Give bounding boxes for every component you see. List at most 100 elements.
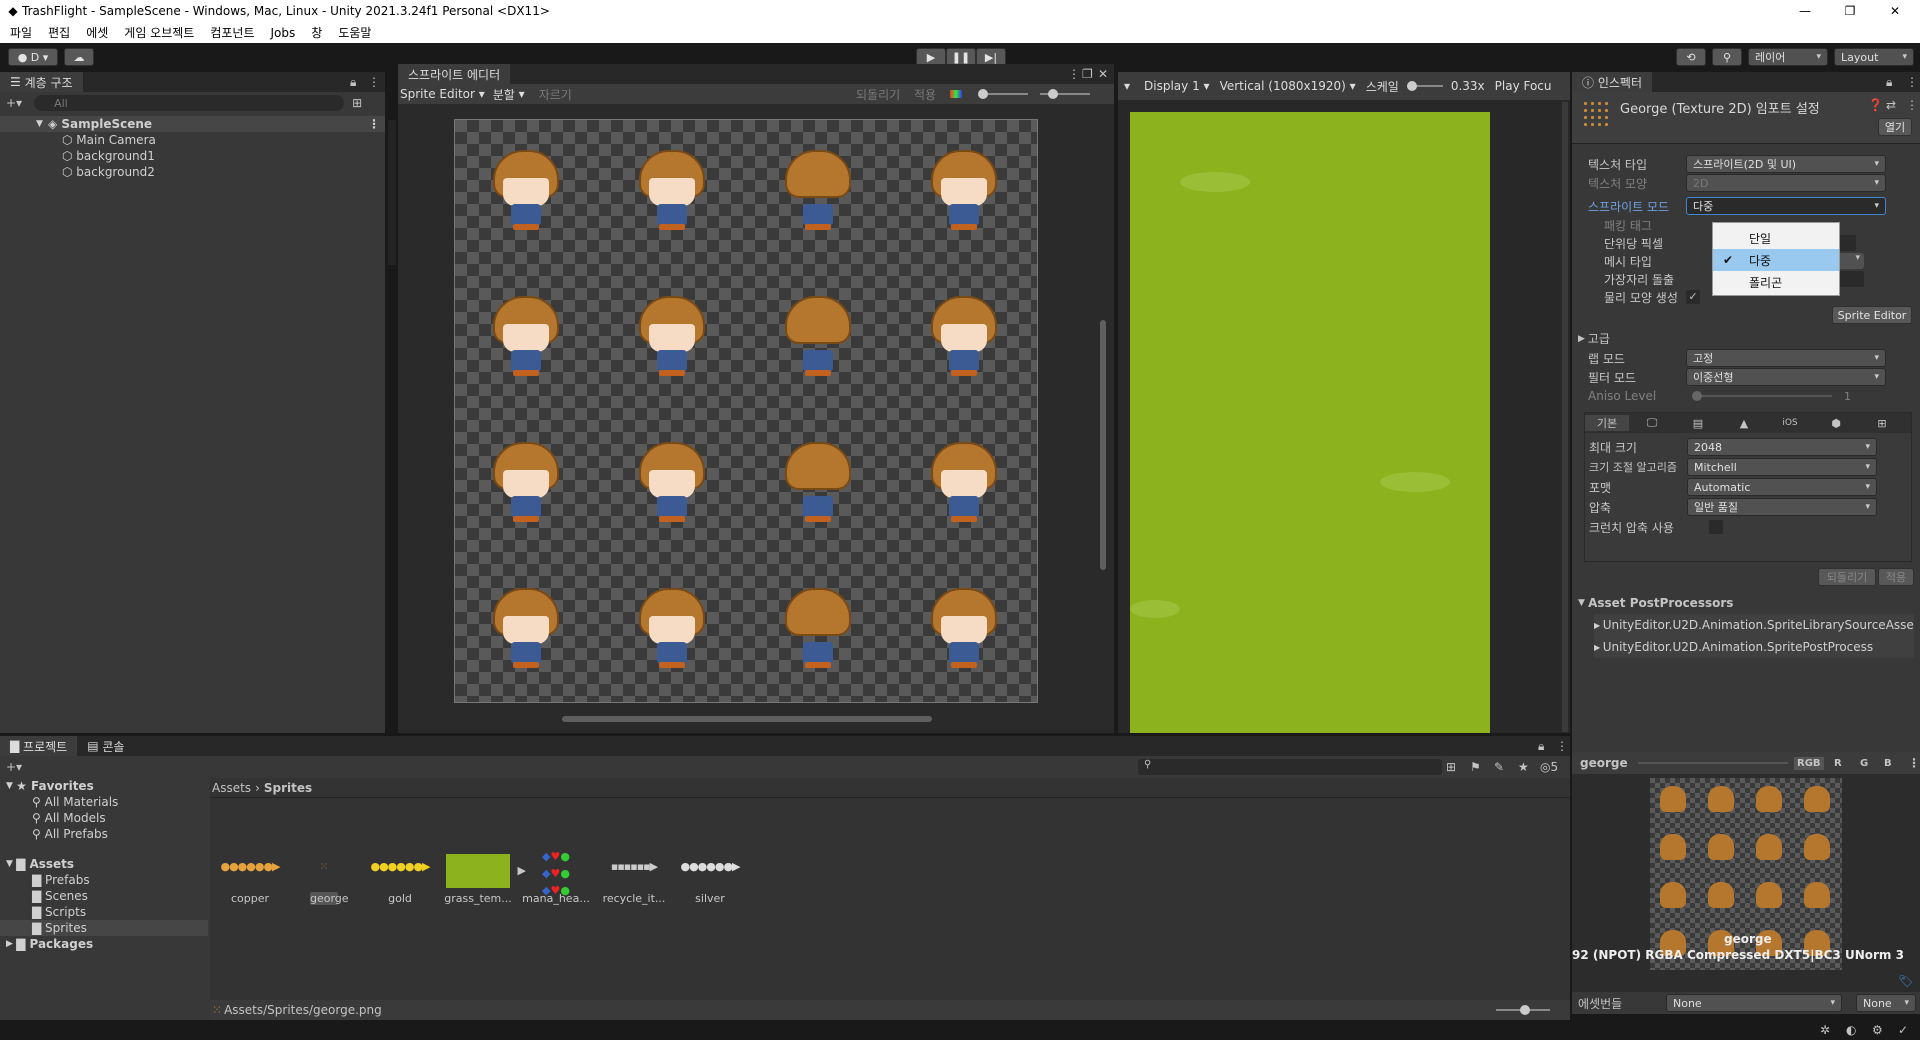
add-icon[interactable]: +▾ [6, 760, 22, 774]
scroll-thumb[interactable] [562, 716, 932, 722]
menu-component[interactable]: 컴포넌트 [210, 24, 254, 41]
webgl-icon[interactable]: ⬢ [1813, 417, 1859, 430]
history-button[interactable]: ⟲ [1676, 48, 1706, 66]
favorites-header[interactable]: ▼ ★ Favorites [0, 778, 208, 794]
asset-recycle[interactable]: ▪▪▪▪▪▪▶ recycle_it... [594, 848, 674, 905]
android-icon[interactable]: ▲ [1721, 417, 1767, 430]
debug-icon[interactable]: ✲ [1820, 1023, 1830, 1037]
asset-copper[interactable]: ●●●●●●▶ copper [210, 848, 290, 905]
sprite-mode-option[interactable]: 단일 [1713, 227, 1839, 249]
assets-header[interactable]: ▼ ▇ Assets [0, 856, 208, 872]
menu-gameobject[interactable]: 게임 오브젝트 [124, 24, 194, 41]
tab-hierarchy[interactable]: ☰ 계층 구조 [0, 72, 83, 92]
alpha-slider[interactable] [1040, 89, 1090, 99]
scale-slider[interactable] [1406, 81, 1443, 91]
crunch-checkbox[interactable] [1709, 520, 1723, 534]
breadcrumb-sprites[interactable]: Sprites [264, 781, 312, 795]
physics-shape-checkbox[interactable]: ✓ [1686, 290, 1700, 304]
scene-row[interactable]: ▼ ◈ SampleScene ⋮ [0, 116, 385, 132]
filter-icon[interactable]: ⊞ [352, 96, 362, 110]
lock-icon[interactable]: 🔒︎ [350, 75, 356, 90]
maximize-panel-icon[interactable]: ❐ [1082, 67, 1093, 81]
sprite-editor-button[interactable]: Sprite Editor [1832, 306, 1912, 324]
add-icon[interactable]: +▾ [6, 96, 22, 110]
search-button[interactable]: ⚲ [1712, 48, 1742, 66]
menu-file[interactable]: 파일 [10, 24, 32, 41]
sprite-frame[interactable] [483, 150, 569, 242]
postprocessors-foldout[interactable]: ▼ Asset PostProcessors [1578, 596, 1733, 610]
sprite-frame[interactable] [775, 442, 861, 534]
favorite-icon[interactable]: ★ [1518, 760, 1529, 774]
asset-grass[interactable]: ▶ grass_tem... [438, 848, 526, 905]
tab-platform-ios[interactable]: iOS [1767, 418, 1813, 428]
color-channel-icon[interactable] [950, 90, 962, 98]
sprite-frame[interactable] [629, 442, 715, 534]
more-icon[interactable]: ⋮ [1906, 75, 1918, 89]
lock-icon[interactable]: 🔒︎ [1538, 739, 1544, 754]
sprite-mode-option-selected[interactable]: ✔ 다중 [1713, 249, 1839, 271]
resolution-dropdown[interactable]: Vertical (1080x1920) ▾ [1220, 79, 1356, 93]
advanced-foldout[interactable]: ▶ 고급 [1578, 330, 1610, 347]
inspector-revert-button[interactable]: 되돌리기 [1818, 568, 1876, 586]
settings-icon[interactable]: ❓ [1868, 98, 1883, 112]
hierarchy-item[interactable]: ⬡ background2 [0, 164, 385, 180]
sprite-frame[interactable] [921, 442, 1007, 534]
menu-window[interactable]: 창 [311, 24, 322, 41]
slider-thumb[interactable] [1406, 81, 1417, 91]
packages-header[interactable]: ▶ ▇ Packages [0, 936, 208, 952]
filter-mode-dropdown[interactable]: 이중선형 [1686, 368, 1886, 386]
menu-jobs[interactable]: Jobs [271, 26, 296, 40]
maximize-icon[interactable]: ❐ [1840, 4, 1860, 18]
slider-thumb[interactable] [1520, 1005, 1530, 1015]
asset-silver[interactable]: ●●●●●●▶ silver [670, 848, 750, 905]
layers-dropdown[interactable]: 레이어 [1748, 48, 1828, 66]
asset-mana[interactable]: ◆♥● ◆♥● ◆♥● mana_hea... [516, 848, 596, 905]
play-focus-dropdown[interactable]: Play Focu [1495, 79, 1552, 93]
postprocessor-item[interactable]: ▶ UnityEditor.U2D.Animation.SpritePostPr… [1594, 636, 1914, 658]
more-icon[interactable]: ⋮ [1068, 67, 1080, 81]
sprite-mode-dropdown[interactable]: 다중 [1686, 197, 1886, 215]
game-view-scrollbar[interactable] [1562, 102, 1568, 732]
preview-channel-r[interactable]: R [1834, 758, 1842, 769]
monitor-icon[interactable]: 🖵 [1629, 416, 1675, 430]
tab-console[interactable]: ▤ 콘솔 [77, 736, 135, 756]
slider-thumb[interactable] [978, 89, 988, 99]
sprite-frame[interactable] [483, 588, 569, 680]
sprite-frame[interactable] [775, 296, 861, 388]
sprite-mode-option[interactable]: 폴리곤 [1713, 271, 1839, 293]
favorite-item[interactable]: ⚲ All Materials [0, 794, 208, 810]
hierarchy-search[interactable]: All [34, 95, 345, 111]
more-dropdown-icon[interactable]: ▾ [1124, 79, 1130, 93]
asset-george[interactable]: ⁙ george [284, 848, 364, 905]
folder-item[interactable]: ▇ Scenes [0, 888, 208, 904]
sprite-frame[interactable] [483, 442, 569, 534]
resize-algo-dropdown[interactable]: Mitchell [1687, 458, 1877, 476]
sprite-frame[interactable] [629, 296, 715, 388]
notification-icon[interactable]: ✓ [1898, 1023, 1908, 1037]
sprite-frame[interactable] [775, 588, 861, 680]
tab-inspector[interactable]: ⓘ 인스펙터 [1572, 72, 1652, 92]
asset-bundle-dropdown[interactable]: None [1666, 994, 1842, 1012]
sprite-frame[interactable] [629, 150, 715, 242]
scroll-thumb[interactable] [1100, 320, 1106, 570]
filter-label-icon[interactable]: ⚑ [1470, 760, 1481, 774]
asset-gold[interactable]: ●●●●●●▶ gold [360, 848, 440, 905]
account-button[interactable]: ● D ▾ [8, 48, 58, 66]
server-icon[interactable]: ▤ [1675, 417, 1721, 430]
sprite-editor-mode-dropdown[interactable]: Sprite Editor ▾ [400, 87, 485, 101]
preset-icon[interactable]: ⇄ [1886, 98, 1896, 112]
cloud-button[interactable]: ☁ [64, 48, 94, 66]
display-dropdown[interactable]: Display 1 ▾ [1144, 79, 1210, 93]
folder-item-selected[interactable]: ▇ Sprites [0, 920, 208, 936]
sprite-frame[interactable] [921, 296, 1007, 388]
more-icon[interactable]: ⋮ [1908, 756, 1920, 770]
open-button[interactable]: 열기 [1878, 118, 1912, 136]
more-icon[interactable]: ⋮ [1556, 739, 1568, 753]
revert-button[interactable]: 되돌리기 [856, 86, 900, 103]
progress-icon[interactable]: ◐ [1846, 1023, 1856, 1037]
max-size-dropdown[interactable]: 2048 [1687, 438, 1877, 456]
favorite-item[interactable]: ⚲ All Models [0, 810, 208, 826]
search-by-type-icon[interactable]: ⊞ [1446, 760, 1456, 774]
more-icon[interactable]: ⋮ [1906, 98, 1918, 112]
favorite-item[interactable]: ⚲ All Prefabs [0, 826, 208, 842]
